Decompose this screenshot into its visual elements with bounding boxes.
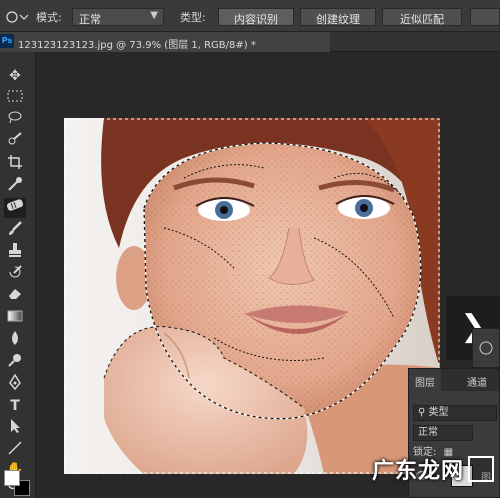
mode-select[interactable]: 正常 ▼ [72, 8, 164, 26]
photoshop-logo-icon: Ps [0, 34, 14, 48]
clone-stamp-tool-icon[interactable] [4, 242, 26, 262]
spot-healing-brush-tool-icon[interactable] [4, 198, 26, 218]
type-content-aware-button[interactable]: 内容识别 [218, 8, 294, 26]
eraser-tool-icon[interactable] [4, 286, 26, 306]
tool-preset-picker[interactable] [4, 8, 30, 26]
line-tool-icon[interactable] [4, 440, 26, 460]
history-brush-tool-icon[interactable] [4, 264, 26, 284]
brush-tool-icon[interactable] [4, 220, 26, 240]
watermark-logo [468, 456, 495, 482]
photoshop-window: 模式: 正常 ▼ 类型: 内容识别 创建纹理 近似匹配 Ps 123123123… [0, 0, 500, 498]
chevron-down-icon: ▼ [150, 10, 158, 21]
pen-tool-icon[interactable] [4, 373, 26, 394]
type-create-texture-button[interactable]: 创建纹理 [300, 8, 376, 26]
layer-filter-label: 类型 [428, 407, 449, 418]
dodge-tool-icon[interactable] [4, 352, 26, 372]
document-tab[interactable]: Ps 123123123123.jpg @ 73.9% (图层 1, RGB/8… [0, 32, 330, 52]
blend-mode-select[interactable]: 正常 [413, 425, 473, 441]
sample-all-layers-checkbox[interactable] [470, 8, 500, 26]
path-selection-tool-icon[interactable] [4, 418, 26, 438]
document-tab-bar: Ps 123123123123.jpg @ 73.9% (图层 1, RGB/8… [0, 32, 500, 52]
lasso-tool-icon[interactable] [4, 110, 26, 130]
mode-value: 正常 [79, 13, 101, 26]
blur-tool-icon[interactable] [4, 330, 26, 350]
tab-channels[interactable]: 通道 [467, 374, 487, 389]
quick-selection-tool-icon[interactable] [4, 132, 26, 152]
portrait-photo[interactable] [64, 118, 440, 474]
watermark: 广东龙网 [372, 454, 495, 484]
crop-tool-icon[interactable] [4, 154, 26, 174]
gradient-tool-icon[interactable] [4, 308, 26, 328]
type-tool-icon[interactable]: T [4, 396, 26, 416]
layers-panel-tabs: 图层 通道 [409, 369, 499, 391]
options-bar: 模式: 正常 ▼ 类型: 内容识别 创建纹理 近似匹配 [0, 0, 500, 32]
tools-panel: ✥ T ✋ ••• [0, 52, 36, 498]
move-tool-icon[interactable]: ✥ [4, 66, 26, 86]
mode-label: 模式: [36, 11, 62, 24]
eyedropper-tool-icon[interactable] [4, 176, 26, 196]
marquee-tool-icon[interactable] [4, 88, 26, 108]
layer-filter-select[interactable]: ⚲ 类型 [413, 405, 497, 421]
search-icon: ⚲ [418, 407, 426, 418]
document-title: 123123123123.jpg @ 73.9% (图层 1, RGB/8#) … [18, 40, 256, 51]
type-proximity-match-button[interactable]: 近似匹配 [382, 8, 462, 26]
type-label: 类型: [180, 11, 206, 24]
tab-layers[interactable]: 图层 [409, 369, 441, 391]
watermark-text: 广东龙网 [372, 459, 465, 484]
adjustments-panel[interactable] [472, 328, 500, 368]
foreground-color-swatch[interactable] [4, 470, 20, 486]
